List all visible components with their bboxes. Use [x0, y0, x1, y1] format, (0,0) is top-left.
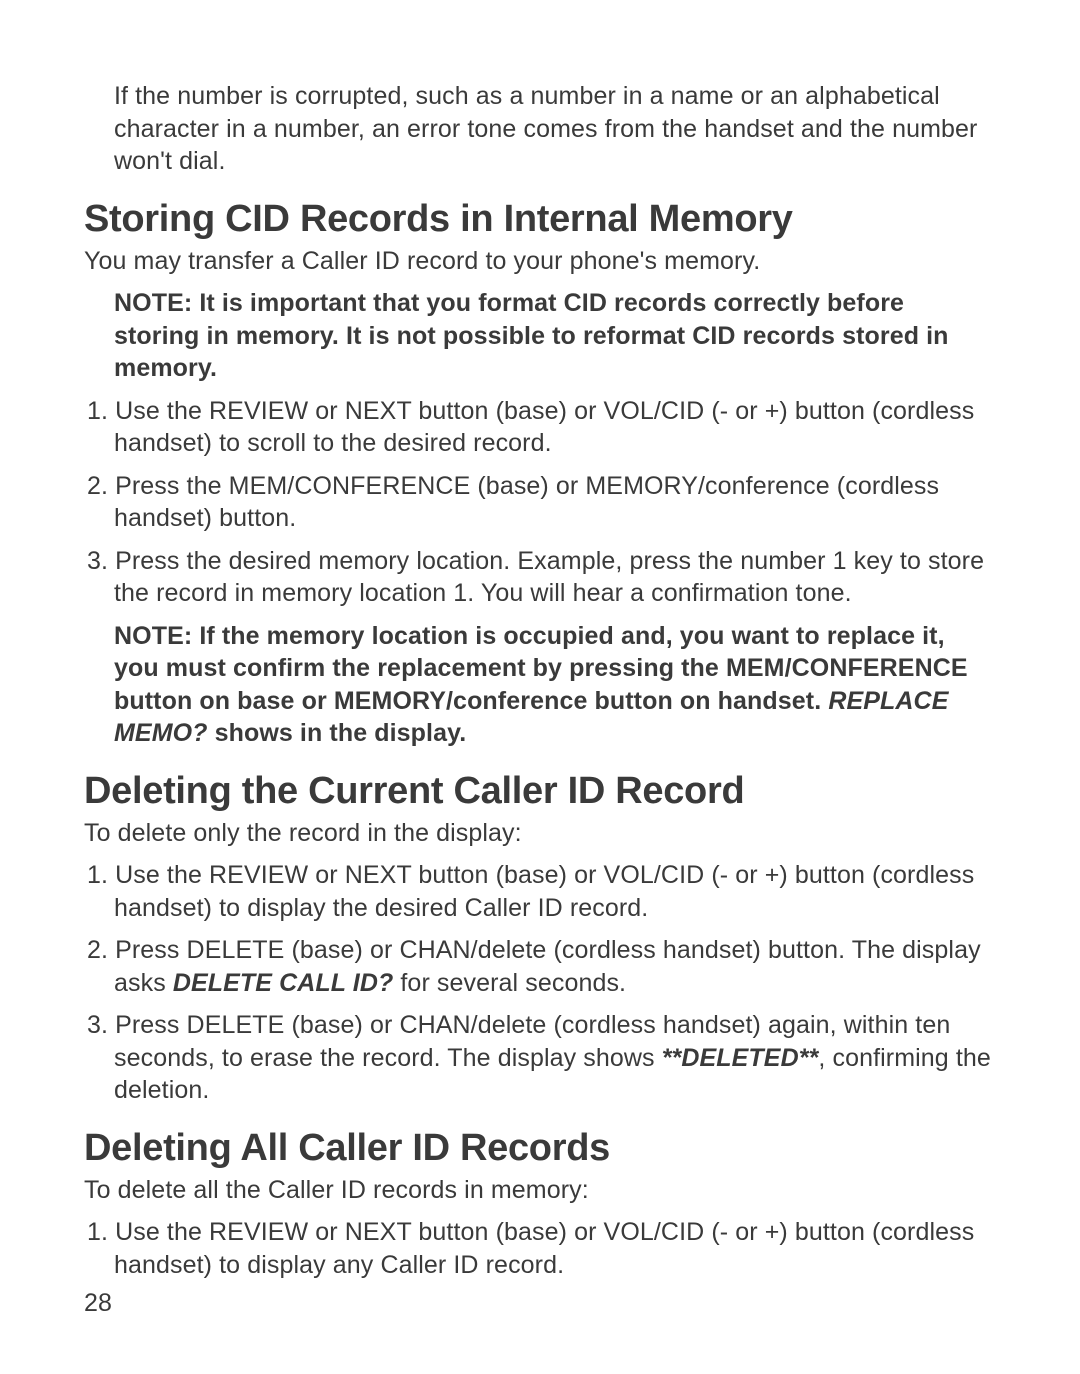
heading-delete-current: Deleting the Current Caller ID Record — [84, 770, 1002, 813]
heading-delete-all: Deleting All Caller ID Records — [84, 1127, 1002, 1170]
step-marker: 2. — [87, 936, 108, 964]
list-item: 1. Use the REVIEW or NEXT button (base) … — [84, 1216, 1002, 1281]
delete-all-steps: 1. Use the REVIEW or NEXT button (base) … — [84, 1216, 1002, 1281]
storing-cid-note-1: NOTE: It is important that you format CI… — [84, 287, 1002, 385]
step-marker: 3. — [87, 1011, 108, 1039]
storing-cid-steps: 1. Use the REVIEW or NEXT button (base) … — [84, 395, 1002, 610]
intro-paragraph: If the number is corrupted, such as a nu… — [84, 80, 1002, 178]
step-emphasis: DELETE CALL ID? — [173, 969, 393, 997]
list-item: 1. Use the REVIEW or NEXT button (base) … — [84, 859, 1002, 924]
heading-storing-cid: Storing CID Records in Internal Memory — [84, 198, 1002, 241]
step-text: Press the MEM/CONFERENCE (base) or MEMOR… — [108, 472, 939, 533]
step-text: Press the desired memory location. Examp… — [108, 547, 984, 608]
step-text: Use the REVIEW or NEXT button (base) or … — [108, 861, 974, 922]
list-item: 3. Press the desired memory location. Ex… — [84, 545, 1002, 610]
step-emphasis: **DELETED** — [662, 1044, 819, 1072]
storing-cid-lead: You may transfer a Caller ID record to y… — [84, 245, 1002, 278]
delete-current-steps: 1. Use the REVIEW or NEXT button (base) … — [84, 859, 1002, 1107]
list-item: 2. Press DELETE (base) or CHAN/delete (c… — [84, 934, 1002, 999]
delete-all-lead: To delete all the Caller ID records in m… — [84, 1174, 1002, 1207]
step-text-post: for several seconds. — [393, 969, 626, 997]
storing-cid-note-2: NOTE: If the memory location is occupied… — [84, 620, 1002, 750]
step-marker: 1. — [87, 861, 108, 889]
delete-current-lead: To delete only the record in the display… — [84, 817, 1002, 850]
note-text-post: shows in the display. — [208, 719, 467, 747]
step-marker: 2. — [87, 472, 108, 500]
page-number: 28 — [84, 1289, 112, 1318]
step-marker: 1. — [87, 1218, 108, 1246]
list-item: 2. Press the MEM/CONFERENCE (base) or ME… — [84, 470, 1002, 535]
step-marker: 1. — [87, 397, 108, 425]
step-marker: 3. — [87, 547, 108, 575]
list-item: 3. Press DELETE (base) or CHAN/delete (c… — [84, 1009, 1002, 1107]
list-item: 1. Use the REVIEW or NEXT button (base) … — [84, 395, 1002, 460]
step-text: Use the REVIEW or NEXT button (base) or … — [108, 1218, 974, 1279]
step-text: Use the REVIEW or NEXT button (base) or … — [108, 397, 974, 458]
